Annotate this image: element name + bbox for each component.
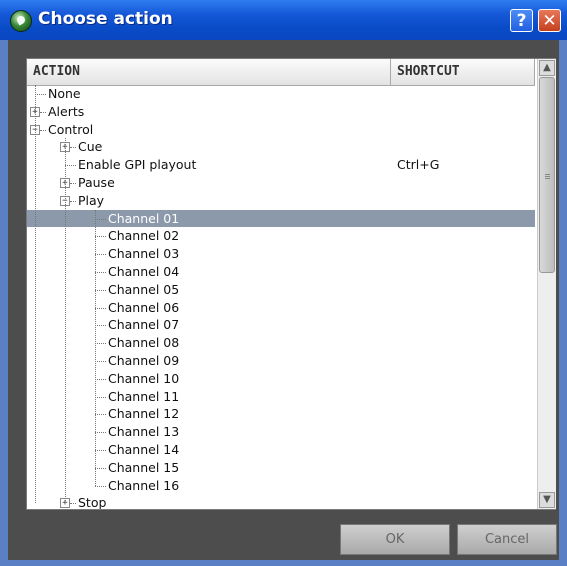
tree-row-label: Channel 12	[108, 406, 180, 422]
scroll-down-arrow-icon[interactable]: ▼	[539, 492, 555, 508]
column-header-action[interactable]: ACTION	[27, 59, 391, 85]
tree-row-label: Channel 13	[108, 424, 180, 440]
window-title: Choose action	[38, 9, 173, 29]
tree-connector-line	[95, 396, 106, 398]
tree-connector-line	[95, 432, 106, 434]
tree-guide-line	[35, 85, 36, 504]
tree-connector-line	[95, 467, 106, 469]
tree-connector-line	[70, 147, 76, 149]
tree-row-label: Cue	[78, 139, 103, 155]
ok-button[interactable]: OK	[340, 524, 450, 555]
tree-row-label: Channel 02	[108, 228, 180, 244]
title-bar[interactable]: Choose action ? ✕	[0, 0, 567, 40]
tree-row[interactable]: Channel 16	[27, 477, 535, 495]
tree-row[interactable]: Channel 14	[27, 441, 535, 459]
tree-row[interactable]: Channel 10	[27, 370, 535, 388]
tree-row-label: Channel 16	[108, 477, 180, 493]
tree-row-label: Play	[78, 192, 105, 208]
tree-row-label: Enable GPI playout	[78, 157, 197, 173]
tree-connector-line	[70, 503, 76, 505]
tree-connector-line	[95, 218, 106, 220]
tree-row[interactable]: Channel 07	[27, 316, 535, 334]
tree-row-label: Channel 15	[108, 459, 180, 475]
tree-row[interactable]: Channel 06	[27, 299, 535, 317]
tree-row-label: Channel 11	[108, 388, 180, 404]
scroll-up-arrow-icon[interactable]: ▲	[539, 60, 555, 76]
tree-row-label: Channel 09	[108, 353, 180, 368]
tree-row-label: Channel 05	[108, 281, 180, 297]
tree-row-label: Stop	[78, 495, 107, 509]
tree-row-label: Pause	[78, 175, 115, 190]
tree-row[interactable]: Channel 02	[27, 227, 535, 245]
tree-row[interactable]: Channel 13	[27, 423, 535, 441]
tree-row[interactable]: Channel 09	[27, 352, 535, 370]
tree-row[interactable]: Channel 01	[27, 209, 535, 228]
tree-connector-line	[95, 485, 106, 487]
tree-row-label: Control	[48, 121, 94, 137]
action-tree-list[interactable]: ACTION SHORTCUT None + Alerts − Control + Cue E…	[26, 58, 556, 510]
tree-row-label: Channel 10	[108, 370, 180, 386]
tree-row-shortcut: Ctrl+G	[397, 157, 440, 173]
tree-connector-line	[95, 450, 106, 451]
tree-row-label: Channel 04	[108, 264, 180, 279]
close-button[interactable]: ✕	[538, 9, 561, 32]
tree-row-label: Channel 01	[108, 210, 180, 226]
tree-row[interactable]: None	[27, 85, 535, 103]
tree-connector-line	[95, 414, 106, 416]
tree-connector-line	[95, 343, 106, 345]
tree-row[interactable]: − Play	[27, 192, 535, 210]
tree-connector-line	[95, 378, 106, 380]
tree-row[interactable]: − Control	[27, 121, 535, 139]
tree-connector-line	[35, 94, 46, 95]
tree-connector-line	[70, 200, 76, 202]
tree-row-label: None	[48, 86, 81, 101]
tree-row-label: Channel 07	[108, 317, 180, 333]
tree-connector-line	[95, 361, 106, 362]
tree-connector-line	[95, 307, 106, 309]
scrollbar-thumb[interactable]	[539, 77, 555, 273]
tree-row[interactable]: + Pause	[27, 174, 535, 192]
tree-connector-line	[95, 325, 106, 327]
tree-row[interactable]: Channel 15	[27, 459, 535, 477]
tree-connector-line	[70, 183, 76, 184]
column-header-shortcut[interactable]: SHORTCUT	[391, 59, 535, 85]
tree-connector-line	[65, 165, 76, 167]
tree-row[interactable]: Channel 04	[27, 263, 535, 281]
tree-row[interactable]: + Alerts	[27, 103, 535, 121]
tree-connector-line	[95, 236, 106, 238]
tree-connector-line	[40, 129, 46, 131]
tree-row[interactable]: Channel 11	[27, 388, 535, 406]
tree-connector-line	[95, 272, 106, 273]
list-header: ACTION SHORTCUT	[27, 59, 535, 86]
grip-icon	[545, 174, 550, 175]
tree-row[interactable]: Enable GPI playout Ctrl+G	[27, 156, 535, 174]
tree-row[interactable]: Channel 03	[27, 245, 535, 263]
help-button[interactable]: ?	[510, 9, 533, 32]
tree-row-label: Channel 06	[108, 299, 180, 315]
vertical-scrollbar[interactable]: ▲ ▼	[537, 59, 556, 509]
tree-row[interactable]: Channel 08	[27, 334, 535, 352]
tree-connector-line	[95, 289, 106, 291]
tree-row[interactable]: + Cue	[27, 138, 535, 156]
tree-row[interactable]: Channel 12	[27, 405, 535, 423]
tree-row-label: Channel 14	[108, 442, 180, 457]
choose-action-dialog: Choose action ? ✕ ACTION SHORTCUT None + A…	[0, 0, 567, 566]
tree-connector-line	[40, 111, 46, 113]
app-icon	[10, 10, 32, 32]
tree-connector-line	[95, 254, 106, 256]
cancel-button[interactable]: Cancel	[457, 524, 557, 555]
tree-row-label: Alerts	[48, 103, 85, 119]
tree-rows: None + Alerts − Control + Cue Enable GPI playou…	[27, 85, 535, 509]
tree-guide-line	[95, 209, 96, 486]
tree-row-label: Channel 08	[108, 335, 180, 351]
tree-guide-line	[65, 138, 66, 504]
tree-row-label: Channel 03	[108, 246, 180, 262]
tree-row[interactable]: + Stop	[27, 494, 535, 509]
tree-row[interactable]: Channel 05	[27, 281, 535, 299]
